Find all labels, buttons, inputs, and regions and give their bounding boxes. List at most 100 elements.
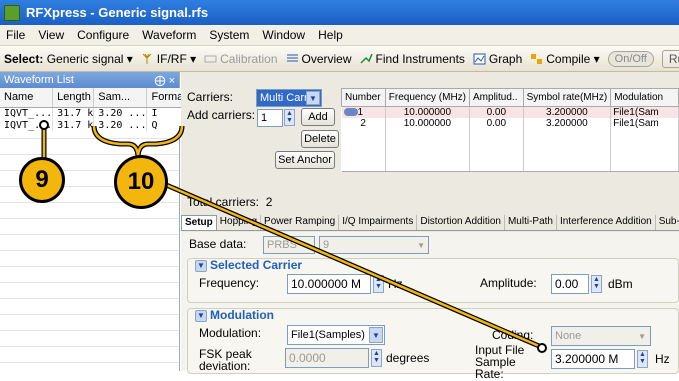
amplitude-input[interactable]: 0.00 [551,274,589,294]
fsk-stepper[interactable]: ▲ ▼ [371,349,382,367]
menu-configure[interactable]: Configure [77,28,129,42]
coding-select[interactable]: None ▼ [551,326,651,346]
column-header-name[interactable]: Name [0,88,54,108]
compile-button[interactable]: Compile ▾ [530,51,600,66]
ifrf-button[interactable]: IF/RF ▾ [141,52,196,66]
select-label: Select: [4,51,44,66]
frequency-input[interactable]: 10.000000 M [287,274,371,294]
menu-file[interactable]: File [6,28,25,42]
fsk-peak-deviation-label: FSK peak deviation: [199,347,252,373]
modulation-select[interactable]: File1(Samples) ▼ [287,325,385,345]
sample-rate-stepper[interactable]: ▲ ▼ [637,350,648,368]
fsk-peak-deviation-input[interactable]: 0.0000 [285,348,369,368]
callout-9: 9 [19,157,65,203]
coding-label: Coding: [492,328,534,342]
calibration-button[interactable]: Calibration [204,51,278,66]
expand-icon: ▼ [195,259,207,272]
waveform-samples: 3.20 ... [93,119,148,131]
column-header-amplitude[interactable]: Amplitud.. [469,88,524,107]
panel-pin-close-icon[interactable]: ⨁ × [155,74,175,87]
tab-interference-addition[interactable]: Interference Addition [557,215,656,230]
waveform-list-table: Name Length Sam... Forma IQVT_... 31.7 k… [0,88,185,131]
modulation-title[interactable]: ▼ Modulation [195,308,274,322]
waveform-list-title: Waveform List [4,74,74,86]
menu-bar: File View Configure Waveform System Wind… [0,25,679,46]
modulation-value: File1(Samples) [291,329,365,341]
selected-carrier-title[interactable]: ▼ Selected Carrier [195,258,302,272]
modulation-text: Modulation [210,308,274,322]
window-title: RFXpress - Generic signal.rfs [26,5,209,20]
menu-help[interactable]: Help [318,28,343,42]
menu-waveform[interactable]: Waveform [142,28,196,42]
waveform-name: IQVT_... [0,107,54,119]
waveform-samples: 3.20 ... [93,107,148,119]
amplitude-stepper[interactable]: ▲ ▼ [591,275,602,293]
expand-icon: ▼ [195,309,207,322]
tab-hopping[interactable]: Hopping [217,215,262,230]
base-data-select[interactable]: PRBS ▼ [263,236,315,254]
set-anchor-button[interactable]: Set Anchor [275,151,335,169]
base-data-order-select[interactable]: 9 ▼ [319,236,429,254]
carrier-number-value: 1 [357,107,364,118]
column-header-samples[interactable]: Sam... [93,88,148,108]
column-header-format[interactable]: Forma [146,88,185,108]
graph-icon [473,53,486,65]
graph-button[interactable]: Graph [473,52,522,66]
waveform-format: I [146,107,185,119]
delete-button[interactable]: Delete [301,130,339,148]
column-header-modulation[interactable]: Modulation [610,88,679,107]
tab-multi-path[interactable]: Multi-Path [505,215,557,230]
waveform-list-header-row: Name Length Sam... Forma [0,88,185,108]
add-count-input[interactable]: 1 [257,109,283,127]
column-header-frequency[interactable]: Frequency (MHz) [384,88,471,107]
add-button[interactable]: Add [301,108,335,126]
sample-rate-value: 3.200000 M [555,352,619,366]
find-instruments-button[interactable]: Find Instruments [360,52,465,66]
waveform-format: Q [146,119,185,131]
add-carriers-label: Add carriers: [187,108,256,122]
tab-distortion-addition[interactable]: Distortion Addition [417,215,505,230]
fsk-unit: degrees [386,351,430,365]
add-count-value: 1 [261,112,268,124]
amplitude-label: Amplitude: [480,276,537,290]
carrier-mode-select[interactable]: Multi Carrier ▼ [256,89,322,107]
menu-view[interactable]: View [38,28,64,42]
select-dropdown[interactable]: Generic signal ▾ [47,52,133,66]
waveform-list-header: Waveform List ⨁ × [0,72,179,88]
calibration-label: Calibration [220,51,278,66]
table-row[interactable]: IQVT_... 31.7 k 3.20 ... Q [0,119,185,131]
toolbar: Select: Generic signal ▾ IF/RF ▾ Calibra… [0,46,679,72]
compile-label: Compile [546,51,591,66]
modulation-label: Modulation: [199,326,262,340]
calibration-icon [204,55,217,63]
base-data-order-value: 9 [323,239,330,251]
tab-setup[interactable]: Setup [181,215,217,230]
table-row[interactable]: 2 10.000000 0.00 3.200000 File1(Sam [341,118,679,129]
table-row [341,129,679,143]
ifrf-label: IF/RF [156,51,187,66]
menu-system[interactable]: System [209,28,249,42]
graph-label: Graph [488,51,523,66]
chevron-down-icon: ▼ [306,91,320,105]
carrier-amplitude: 0.00 [469,118,524,129]
carrier-table: Number Frequency (MHz) Amplitud.. Symbol… [341,88,679,172]
tab-power-ramping[interactable]: Power Ramping [261,215,340,230]
tab-iq-impairments[interactable]: I/Q Impairments [339,215,418,230]
run-button[interactable]: Run [661,49,679,68]
column-header-length[interactable]: Length [52,88,95,108]
table-row[interactable]: IQVT_... 31.7 k 3.20 ... I [0,107,185,119]
onoff-toggle[interactable]: On/Off [607,50,654,67]
carrier-frequency: 10.000000 [385,118,471,129]
fsk-value: 0.0000 [289,351,326,365]
column-header-symbol-rate[interactable]: Symbol rate(MHz) [522,88,612,107]
column-header-number[interactable]: Number [341,88,386,107]
menu-window[interactable]: Window [262,28,305,42]
tab-sub-carrier[interactable]: Sub-Carrie [656,215,679,230]
sample-rate-input[interactable]: 3.200000 M [551,349,635,369]
carrier-modulation: File1(Sam [610,106,679,118]
table-row[interactable]: 1 10.000000 0.00 3.200000 File1(Sam [341,106,679,118]
add-count-stepper[interactable]: ▲ ▼ [284,109,295,126]
frequency-stepper[interactable]: ▲ ▼ [373,275,384,293]
overview-button[interactable]: Overview [286,52,352,66]
antenna-icon [142,53,152,65]
